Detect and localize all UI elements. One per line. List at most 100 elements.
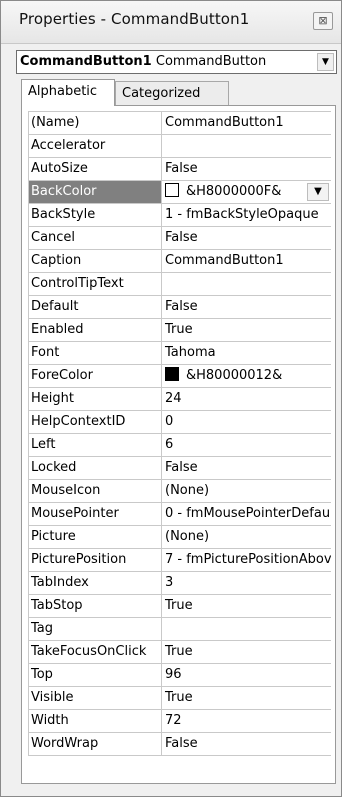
property-name[interactable]: Accelerator [29, 135, 162, 157]
property-value[interactable]: True [163, 319, 331, 341]
property-row[interactable]: Picture (None) [29, 526, 331, 549]
property-value[interactable]: False [163, 733, 331, 755]
property-value-text: &H80000012& [186, 368, 283, 383]
close-button[interactable]: ⊠ [313, 12, 333, 30]
property-value[interactable] [163, 618, 331, 640]
property-row[interactable]: Cancel False [29, 227, 331, 250]
property-name[interactable]: Height [29, 388, 162, 410]
property-value[interactable]: False [163, 158, 331, 180]
property-name[interactable]: Top [29, 664, 162, 686]
property-value[interactable]: (None) [163, 526, 331, 548]
object-name: CommandButton1 [20, 54, 152, 69]
property-value[interactable]: &H80000012& [163, 365, 331, 387]
property-row[interactable]: Left 6 [29, 434, 331, 457]
property-row[interactable]: ControlTipText [29, 273, 331, 296]
property-value[interactable]: (None) [163, 480, 331, 502]
property-value[interactable]: 72 [163, 710, 331, 732]
property-name[interactable]: Font [29, 342, 162, 364]
property-row[interactable]: MousePointer 0 - fmMousePointerDefaul [29, 503, 331, 526]
property-name[interactable]: Enabled [29, 319, 162, 341]
title-bar[interactable]: Properties - CommandButton1 ⊠ [1, 1, 341, 44]
property-row[interactable]: TabIndex 3 [29, 572, 331, 595]
property-name[interactable]: Picture [29, 526, 162, 548]
property-grid: (Name) CommandButton1 Accelerator AutoSize F… [21, 105, 336, 784]
property-value[interactable]: False [163, 296, 331, 318]
property-value[interactable]: False [163, 457, 331, 479]
property-name[interactable]: MouseIcon [29, 480, 162, 502]
property-value[interactable]: True [163, 687, 331, 709]
property-value[interactable]: 24 [163, 388, 331, 410]
object-selector-label: CommandButton1 CommandButton [20, 54, 266, 69]
property-name[interactable]: TakeFocusOnClick [29, 641, 162, 663]
color-swatch [165, 367, 179, 381]
property-value[interactable] [163, 273, 331, 295]
property-name[interactable]: WordWrap [29, 733, 162, 755]
property-name[interactable]: Caption [29, 250, 162, 272]
tab-alphabetic[interactable]: Alphabetic [21, 79, 115, 106]
chevron-down-icon[interactable]: ▼ [317, 53, 334, 71]
property-value[interactable]: 7 - fmPicturePositionAbov [163, 549, 331, 571]
property-row[interactable]: Tag [29, 618, 331, 641]
property-row[interactable]: HelpContextID 0 [29, 411, 331, 434]
property-name[interactable]: Left [29, 434, 162, 456]
property-row[interactable]: Height 24 [29, 388, 331, 411]
property-row[interactable]: Caption CommandButton1 [29, 250, 331, 273]
property-name[interactable]: BackStyle [29, 204, 162, 226]
property-value[interactable]: 6 [163, 434, 331, 456]
object-type: CommandButton [155, 54, 267, 69]
property-name[interactable]: PicturePosition [29, 549, 162, 571]
property-row[interactable]: TakeFocusOnClick True [29, 641, 331, 664]
property-value[interactable]: 3 [163, 572, 331, 594]
property-value[interactable]: Tahoma [163, 342, 331, 364]
property-name[interactable]: MousePointer [29, 503, 162, 525]
property-value[interactable]: 1 - fmBackStyleOpaque [163, 204, 331, 226]
property-row[interactable]: Locked False [29, 457, 331, 480]
property-row[interactable]: Visible True [29, 687, 331, 710]
property-row[interactable]: PicturePosition 7 - fmPicturePositionAbov [29, 549, 331, 572]
property-name[interactable]: AutoSize [29, 158, 162, 180]
property-name[interactable]: TabStop [29, 595, 162, 617]
property-value[interactable]: True [163, 641, 331, 663]
property-value[interactable]: 0 [163, 411, 331, 433]
property-row[interactable]: Top 96 [29, 664, 331, 687]
property-row[interactable]: MouseIcon (None) [29, 480, 331, 503]
property-row[interactable]: (Name) CommandButton1 [29, 112, 331, 135]
property-row[interactable]: TabStop True [29, 595, 331, 618]
property-name[interactable]: (Name) [29, 112, 162, 134]
property-name[interactable]: ControlTipText [29, 273, 162, 295]
property-name[interactable]: BackColor [29, 181, 162, 203]
property-row[interactable]: BackColor &H8000000F& ▼ [29, 181, 331, 204]
property-value[interactable]: False [163, 227, 331, 249]
property-name[interactable]: Cancel [29, 227, 162, 249]
property-value[interactable]: CommandButton1 [163, 250, 331, 272]
property-value[interactable]: True [163, 595, 331, 617]
property-value[interactable]: &H8000000F& [163, 181, 331, 203]
property-name[interactable]: Default [29, 296, 162, 318]
property-name[interactable]: ForeColor [29, 365, 162, 387]
property-list: (Name) CommandButton1 Accelerator AutoSize F… [28, 111, 331, 756]
property-row[interactable]: WordWrap False [29, 733, 331, 756]
property-value[interactable]: 96 [163, 664, 331, 686]
property-row[interactable]: BackStyle 1 - fmBackStyleOpaque [29, 204, 331, 227]
property-name[interactable]: Tag [29, 618, 162, 640]
property-name[interactable]: HelpContextID [29, 411, 162, 433]
property-row[interactable]: Enabled True [29, 319, 331, 342]
property-row[interactable]: Width 72 [29, 710, 331, 733]
property-value-text: &H8000000F& [186, 184, 282, 199]
property-value[interactable]: 0 - fmMousePointerDefaul [163, 503, 331, 525]
property-row[interactable]: Accelerator [29, 135, 331, 158]
property-name[interactable]: Visible [29, 687, 162, 709]
property-row[interactable]: Default False [29, 296, 331, 319]
object-selector[interactable]: CommandButton1 CommandButton ▼ [16, 50, 337, 74]
property-value[interactable] [163, 135, 331, 157]
tab-categorized[interactable]: Categorized [115, 81, 229, 105]
property-name[interactable]: Width [29, 710, 162, 732]
property-row[interactable]: ForeColor &H80000012& [29, 365, 331, 388]
property-row[interactable]: AutoSize False [29, 158, 331, 181]
property-name[interactable]: Locked [29, 457, 162, 479]
properties-window: Properties - CommandButton1 ⊠ CommandBut… [0, 0, 342, 797]
value-dropdown-button[interactable]: ▼ [307, 183, 329, 201]
property-row[interactable]: Font Tahoma [29, 342, 331, 365]
property-value[interactable]: CommandButton1 [163, 112, 331, 134]
property-name[interactable]: TabIndex [29, 572, 162, 594]
